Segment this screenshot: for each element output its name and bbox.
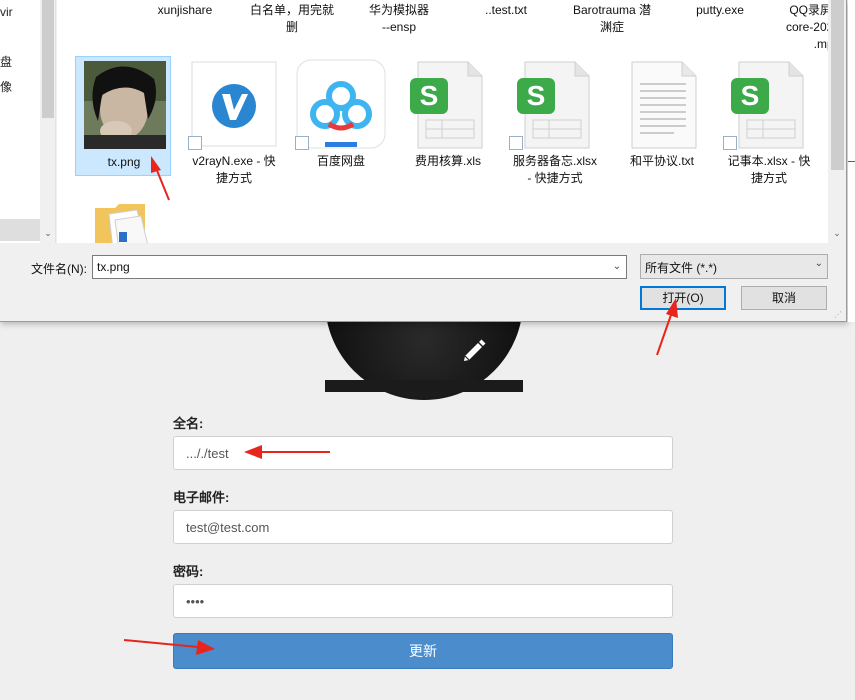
file-item-notepad-xlsx[interactable]: S 记事本.xlsx - 快捷方式 — [721, 56, 817, 185]
resize-grip-icon[interactable]: ⋰ — [834, 310, 842, 319]
navigation-pane[interactable]: vir 盘 像 ⌄ — [0, 0, 56, 243]
filename-label: 文件名(N): — [31, 262, 87, 276]
file-item-top-row-label[interactable]: xunjishare — [135, 2, 235, 19]
file-name: 百度网盘 — [316, 154, 365, 168]
folder-icon[interactable] — [93, 200, 155, 243]
email-label: 电子邮件: — [173, 490, 230, 505]
file-item-baidu-netdisk[interactable]: 百度网盘 — [293, 56, 389, 176]
password-input[interactable] — [173, 584, 673, 618]
file-item-v2rayn[interactable]: v2rayN.exe - 快捷方式 — [186, 56, 282, 185]
password-label: 密码: — [173, 564, 204, 579]
file-name: v2rayN.exe - 快捷方式 — [192, 154, 276, 185]
spreadsheet-icon: S — [410, 61, 483, 149]
file-item-top-row-label[interactable]: 华为模拟器 --ensp — [349, 2, 449, 36]
file-item-peace-agreement-txt[interactable]: 和平协议.txt — [614, 56, 710, 176]
shortcut-arrow-icon — [723, 136, 737, 150]
filename-dropdown-icon[interactable]: ⌄ — [608, 256, 626, 278]
scroll-down-icon[interactable]: ⌄ — [829, 228, 845, 239]
file-name: 服务器备忘.xlsx - 快捷方式 — [512, 154, 597, 185]
file-item-expense-xls[interactable]: S 费用核算.xls — [400, 56, 496, 176]
file-type-filter[interactable]: 所有文件 (*.*) ⌄ — [640, 254, 828, 279]
chevron-down-icon: ⌄ — [814, 258, 823, 269]
nav-scroll-down-icon[interactable]: ⌄ — [40, 228, 55, 239]
nav-scrollbar[interactable]: ⌄ — [40, 0, 55, 243]
open-button[interactable]: 打开(O) — [640, 286, 726, 310]
file-item-top-row-label[interactable]: QQ录屏springcore-2022-3-29.mp4 — [777, 2, 828, 53]
svg-text:S: S — [420, 80, 439, 111]
file-open-dialog: vir 盘 像 ⌄ xunjishare 白名单，用完就删华为模拟器 --ensp.… — [0, 0, 847, 322]
file-name: tx.png — [107, 155, 141, 169]
email-input[interactable] — [173, 510, 673, 544]
filename-input[interactable] — [92, 255, 627, 279]
shortcut-arrow-icon — [188, 136, 202, 150]
fullname-input[interactable] — [173, 436, 673, 470]
nav-scroll-thumb[interactable] — [42, 0, 54, 118]
shortcut-arrow-icon — [295, 136, 309, 150]
nav-item-1[interactable]: 盘 — [0, 53, 12, 70]
nav-item-0[interactable]: vir — [0, 5, 13, 19]
pencil-icon[interactable] — [457, 332, 491, 366]
file-item-tx-png[interactable]: tx.png — [75, 56, 171, 176]
avatar-shadow-band — [325, 380, 523, 392]
update-button[interactable]: 更新 — [173, 633, 673, 669]
file-name: 费用核算.xls — [414, 154, 481, 168]
nav-item-2[interactable]: 像 — [0, 78, 12, 95]
nav-selected-row[interactable] — [0, 219, 40, 241]
file-item-top-row-label[interactable]: putty.exe — [670, 2, 770, 19]
file-list-scroll-thumb[interactable] — [831, 0, 844, 170]
file-type-filter-value: 所有文件 (*.*) — [645, 261, 718, 275]
fullname-label: 全名: — [173, 416, 204, 431]
photo-thumbnail — [84, 61, 166, 149]
file-name: 和平协议.txt — [629, 154, 694, 168]
file-item-top-row-label[interactable]: 白名单，用完就删 — [242, 2, 342, 36]
file-item-top-row-label[interactable]: ..test.txt — [456, 2, 556, 19]
svg-text:S: S — [527, 80, 546, 111]
text-file-icon — [631, 61, 697, 149]
file-list-scrollbar[interactable]: ⌃ ⌄ — [829, 0, 846, 243]
file-list[interactable]: xunjishare 白名单，用完就删华为模拟器 --ensp ..test.txt B… — [57, 0, 828, 243]
svg-text:S: S — [741, 80, 760, 111]
background-red-line — [848, 161, 855, 162]
cancel-button[interactable]: 取消 — [741, 286, 827, 310]
shortcut-arrow-icon — [509, 136, 523, 150]
file-item-server-memo-xlsx[interactable]: S 服务器备忘.xlsx - 快捷方式 — [507, 56, 603, 185]
file-name: 记事本.xlsx - 快捷方式 — [727, 154, 811, 185]
file-item-top-row-label[interactable]: Barotrauma 潜渊症 — [562, 2, 662, 36]
